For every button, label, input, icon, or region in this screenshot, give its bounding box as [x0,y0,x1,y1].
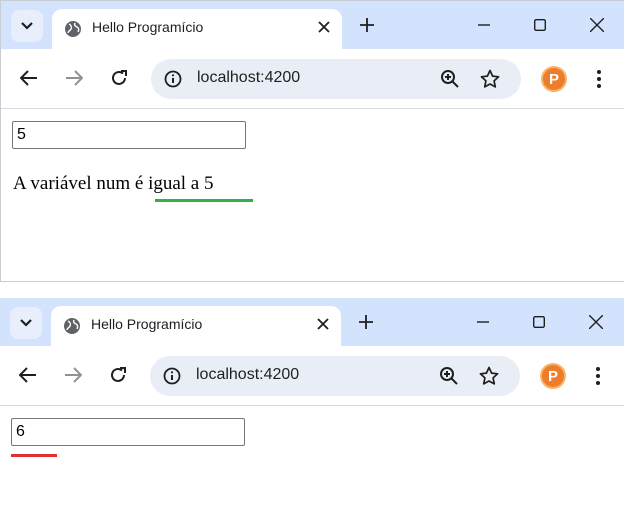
minimize-icon[interactable] [473,312,493,332]
globe-icon [65,21,81,37]
kebab-menu-icon[interactable] [589,67,609,91]
url-text: localhost:4200 [196,366,300,383]
profile-avatar[interactable]: P [541,66,567,92]
tab-strip: Hello Programício [1,1,624,49]
tab-search-button[interactable] [10,307,42,339]
back-arrow-icon[interactable] [18,67,40,89]
address-bar[interactable]: localhost:4200 [150,356,520,396]
forward-arrow-icon [62,364,84,386]
chevron-down-icon [20,319,32,327]
maximize-icon[interactable] [529,312,549,332]
tab-active[interactable]: Hello Programício [51,306,341,346]
url-text: localhost:4200 [197,69,301,86]
annotation-underline [155,199,253,202]
reload-icon[interactable] [107,364,129,386]
close-icon[interactable] [314,17,334,37]
minimize-icon[interactable] [474,15,494,35]
tab-search-button[interactable] [11,10,43,42]
forward-arrow-icon [63,67,85,89]
tab-active[interactable]: Hello Programício [52,9,342,49]
tab-strip: Hello Programício [0,298,624,346]
plus-icon[interactable] [354,310,378,334]
back-arrow-icon[interactable] [17,364,39,386]
info-icon[interactable] [162,366,182,386]
output-text: A variável num é igual a 5 [13,173,214,194]
star-icon[interactable] [478,365,500,387]
maximize-icon[interactable] [530,15,550,35]
close-window-icon[interactable] [586,312,606,332]
number-input[interactable] [12,121,246,149]
plus-icon[interactable] [355,13,379,37]
annotation-underline [11,454,57,457]
zoom-in-icon[interactable] [439,68,461,90]
chevron-down-icon [21,22,33,30]
reload-icon[interactable] [108,67,130,89]
close-window-icon[interactable] [587,15,607,35]
browser-window-1: Hello Programício localhost:4200 P 5 A v… [0,0,624,282]
star-icon[interactable] [479,68,501,90]
tab-title: Hello Programício [92,19,204,35]
number-input[interactable] [11,418,245,446]
browser-window-2: Hello Programício localhost:4200 P 6 [0,298,624,527]
tab-title: Hello Programício [91,316,203,332]
browser-toolbar: localhost:4200 P [1,49,624,109]
close-icon[interactable] [313,314,333,334]
info-icon[interactable] [163,69,183,89]
zoom-in-icon[interactable] [438,365,460,387]
kebab-menu-icon[interactable] [588,364,608,388]
globe-icon [64,318,80,334]
address-bar[interactable]: localhost:4200 [151,59,521,99]
profile-avatar[interactable]: P [540,363,566,389]
browser-toolbar: localhost:4200 P [0,346,624,406]
